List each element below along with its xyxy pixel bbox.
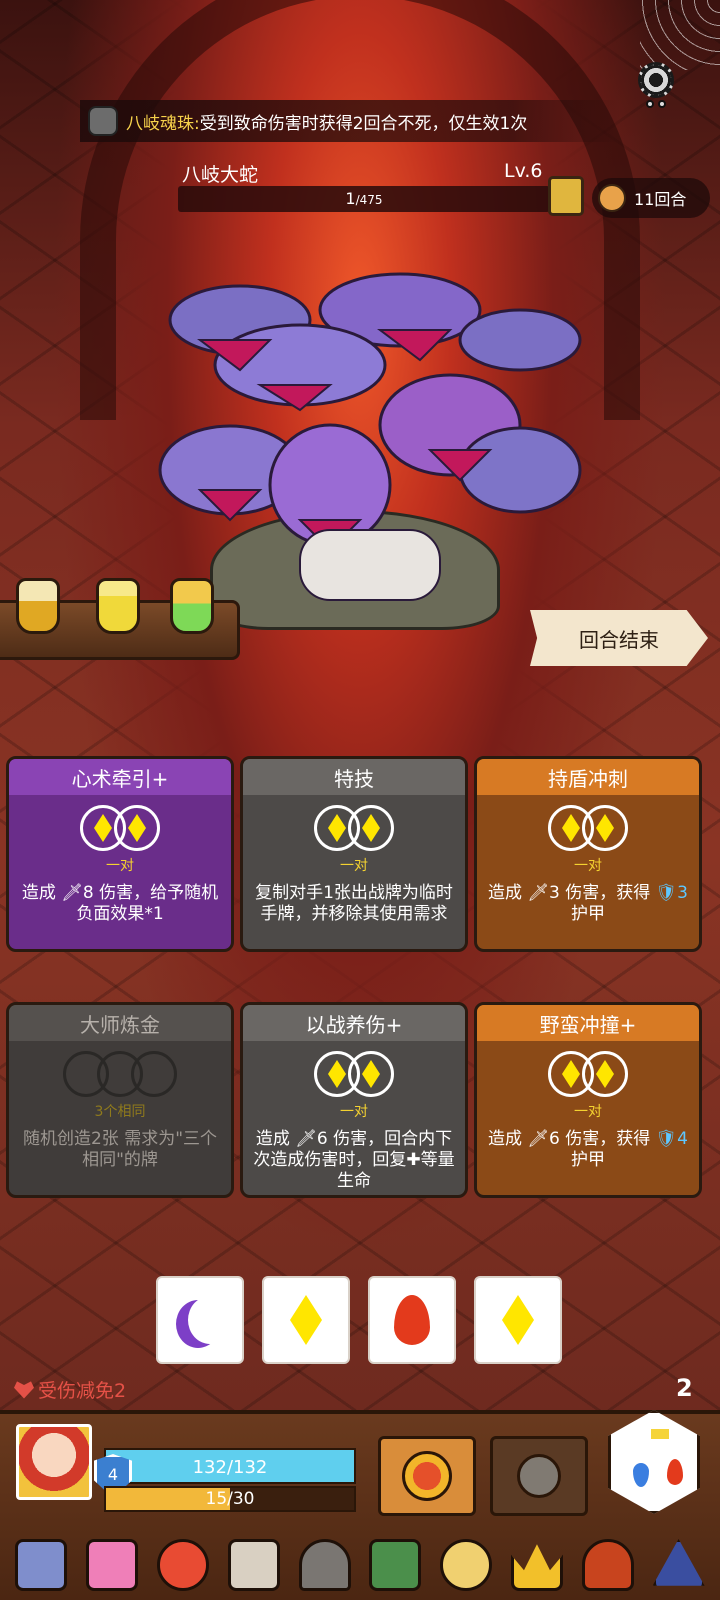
diamond-icon <box>562 814 580 842</box>
sun-icon <box>402 1451 452 1501</box>
player-hp-bar: 132/132 <box>104 1448 356 1484</box>
dice-slots <box>60 1051 180 1097</box>
card-description: 随机创造2张 需求为"三个相同"的牌 <box>22 1129 218 1170</box>
diamond-icon <box>362 1060 380 1088</box>
diamond-icon <box>328 1060 346 1088</box>
shield-value: 🛡4 <box>655 1129 688 1149</box>
diamond-icon <box>562 1060 580 1088</box>
player-energy-bar: 15/30 <box>104 1486 356 1512</box>
card-description: 造成 🗡6 伤害，获得 🛡4 护甲 <box>487 1129 688 1170</box>
dice-slots <box>542 805 634 851</box>
heart-icon <box>14 1381 34 1399</box>
dice-slots <box>74 805 166 851</box>
hourglass-icon <box>598 184 626 212</box>
sun-skill-button[interactable] <box>378 1436 476 1516</box>
diamond-icon <box>502 1295 534 1345</box>
diamond-icon <box>596 814 614 842</box>
card-requirement: 一对 <box>340 1104 368 1120</box>
end-turn-button[interactable]: 回合结束 <box>530 610 708 666</box>
boss-hp-bar: 1/475 <box>178 186 550 212</box>
card-description: 造成 🗡8 伤害，给予随机负面效果*1 <box>21 883 219 924</box>
card-title: 野蛮冲撞+ <box>477 1005 699 1041</box>
damage-reduction-status: 受伤减免2 <box>14 1376 126 1403</box>
die-flame[interactable] <box>368 1276 456 1364</box>
card-requirement: 一对 <box>340 858 368 874</box>
card-master-alchemy[interactable]: 大师炼金 3个相同 随机创造2张 需求为"三个相同"的牌 <box>6 1002 234 1198</box>
cobweb-decoration <box>640 0 720 70</box>
boss-hp-current: 1 <box>345 189 356 208</box>
dice-slots <box>308 1051 400 1097</box>
card-description: 造成 🗡3 伤害，获得 🛡3 护甲 <box>487 883 688 924</box>
card-stunt[interactable]: 特技 一对 复制对手1张出战牌为临时手牌，并移除其使用需求 <box>240 756 468 952</box>
hood-relic-icon[interactable] <box>581 1539 634 1591</box>
moon-icon <box>188 1296 232 1344</box>
card-shield-charge[interactable]: 持盾冲刺 一对 造成 🗡3 伤害，获得 🛡3 护甲 <box>474 756 702 952</box>
armor-value: 4 <box>107 1465 119 1484</box>
ring-relic-icon[interactable] <box>156 1539 209 1591</box>
reroll-count: 2 <box>676 1374 693 1402</box>
medallion-relic-icon[interactable] <box>440 1539 493 1591</box>
card-title: 持盾冲刺 <box>477 759 699 795</box>
card-savage-ram[interactable]: 野蛮冲撞+ 一对 造成 🗡6 伤害，获得 🛡4 护甲 <box>474 1002 702 1198</box>
hydra-boss[interactable] <box>120 270 600 630</box>
turn-counter-text: 11回合 <box>634 190 687 209</box>
dice-slots <box>308 805 400 851</box>
card-requirement: 一对 <box>574 1104 602 1120</box>
triangle-relic-icon[interactable] <box>652 1539 705 1586</box>
card-description: 造成 🗡6 伤害，回合内下次造成伤害时，回复✚等量生命 <box>253 1129 455 1191</box>
player-avatar[interactable] <box>16 1424 92 1500</box>
card-title: 大师炼金 <box>9 1005 231 1041</box>
diamond-icon <box>596 1060 614 1088</box>
die-moon[interactable] <box>156 1276 244 1364</box>
boss-relic-banner: 八岐魂珠: 受到致命伤害时获得2回合不死，仅生效1次 <box>80 100 620 142</box>
turn-counter: 11回合 <box>592 178 710 218</box>
card-title: 特技 <box>243 759 465 795</box>
boss-name: 八岐大蛇 <box>182 164 259 186</box>
card-title: 心术牵引+ <box>9 759 231 795</box>
skull-skill-button[interactable] <box>490 1436 588 1516</box>
flame-icon <box>394 1295 430 1345</box>
diamond-icon <box>128 814 146 842</box>
wing-relic-icon[interactable] <box>15 1539 68 1591</box>
boss-level: Lv.6 <box>504 160 543 182</box>
green-potion[interactable] <box>170 578 214 634</box>
relic-bar <box>0 1530 720 1600</box>
diamond-icon <box>362 814 380 842</box>
energy-value: 15/30 <box>205 1489 255 1509</box>
soul-orb-icon <box>88 106 118 136</box>
card-requirement: 一对 <box>574 858 602 874</box>
die-diamond[interactable] <box>474 1276 562 1364</box>
skull-icon <box>517 1454 561 1498</box>
relic-description: 受到致命伤害时获得2回合不死，仅生效1次 <box>199 113 528 134</box>
spellbook-relic-icon[interactable] <box>369 1539 422 1591</box>
relic-name: 八岐魂珠: <box>126 113 200 134</box>
settings-button[interactable] <box>636 62 676 108</box>
card-battle-heal[interactable]: 以战养伤+ 一对 造成 🗡6 伤害，回合内下次造成伤害时，回复✚等量生命 <box>240 1002 468 1198</box>
die-diamond[interactable] <box>262 1276 350 1364</box>
heart-book-relic-icon[interactable] <box>86 1539 139 1591</box>
boss-hp-max: /475 <box>355 193 383 207</box>
scroll-relic-icon[interactable] <box>227 1539 280 1591</box>
card-description: 复制对手1张出战牌为临时手牌，并移除其使用需求 <box>255 883 453 924</box>
gear-icon <box>638 62 674 98</box>
diamond-icon <box>290 1295 322 1345</box>
helmet-relic-icon[interactable] <box>298 1539 351 1591</box>
card-requirement: 一对 <box>106 858 134 874</box>
card-requirement: 3个相同 <box>94 1104 146 1120</box>
diamond-icon <box>94 814 112 842</box>
shield-value: 🛡3 <box>655 883 688 903</box>
diamond-icon <box>328 814 346 842</box>
card-mind-pull[interactable]: 心术牵引+ 一对 造成 🗡8 伤害，给予随机负面效果*1 <box>6 756 234 952</box>
crown-relic-icon[interactable] <box>510 1544 563 1591</box>
yellow-potion[interactable] <box>96 578 140 634</box>
orange-potion[interactable] <box>16 578 60 634</box>
card-title: 以战养伤+ <box>243 1005 465 1041</box>
bestiary-book-icon[interactable] <box>548 176 584 216</box>
dice-slots <box>542 1051 634 1097</box>
